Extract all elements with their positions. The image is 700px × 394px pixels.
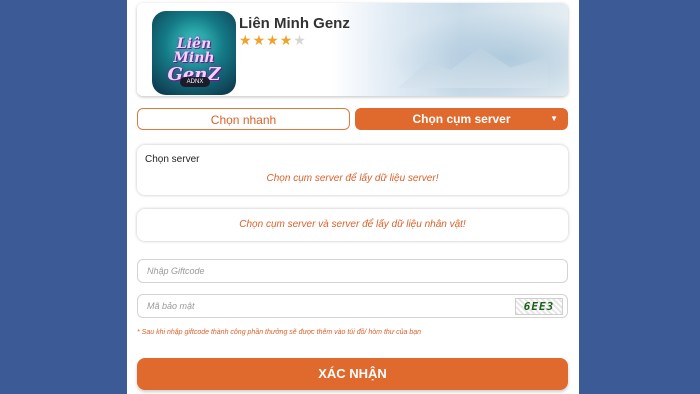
giftcode-note: * Sau khi nhập giftcode thành công phần … — [137, 329, 422, 336]
star-icon: ★ — [266, 32, 280, 48]
game-header-banner: Liên Minh GenZ ADNX Liên Minh Genz ★★★★★ — [137, 3, 568, 96]
server-label: Chọn server — [145, 154, 200, 165]
giftcode-panel: Liên Minh GenZ ADNX Liên Minh Genz ★★★★★… — [127, 0, 579, 394]
logo-badge: ADNX — [180, 77, 210, 87]
game-title: Liên Minh Genz — [239, 15, 350, 32]
server-select-card[interactable]: Chọn server Chọn cụm server để lấy dữ li… — [137, 145, 568, 195]
giftcode-placeholder: Nhập Giftcode — [147, 266, 205, 276]
star-icon: ★ — [252, 32, 267, 48]
server-cluster-dropdown[interactable]: Chọn cụm server ▼ — [355, 108, 568, 130]
server-cluster-label: Chọn cụm server — [412, 112, 511, 126]
rating-stars: ★★★★★ — [239, 32, 307, 49]
star-icon: ★ — [293, 32, 307, 48]
star-icon: ★ — [279, 32, 294, 48]
chevron-down-icon: ▼ — [550, 114, 558, 123]
submit-button[interactable]: XÁC NHẬN — [137, 358, 568, 390]
giftcode-input[interactable]: Nhập Giftcode — [137, 259, 568, 283]
logo-text-line1: Liên Minh — [173, 36, 215, 66]
game-logo: Liên Minh GenZ ADNX — [152, 11, 236, 95]
captcha-placeholder: Mã bảo mật — [147, 301, 195, 311]
character-message: Chọn cụm server và server để lấy dữ liệu… — [239, 219, 466, 230]
captcha-image[interactable]: 6EE3 — [515, 298, 563, 315]
server-message: Chọn cụm server để lấy dữ liệu server! — [266, 173, 439, 184]
quick-select-button[interactable]: Chọn nhanh — [137, 108, 350, 130]
star-icon: ★ — [239, 32, 253, 48]
character-card[interactable]: Chọn cụm server và server để lấy dữ liệu… — [137, 209, 568, 241]
captcha-input[interactable]: Mã bảo mật 6EE3 — [137, 294, 568, 318]
